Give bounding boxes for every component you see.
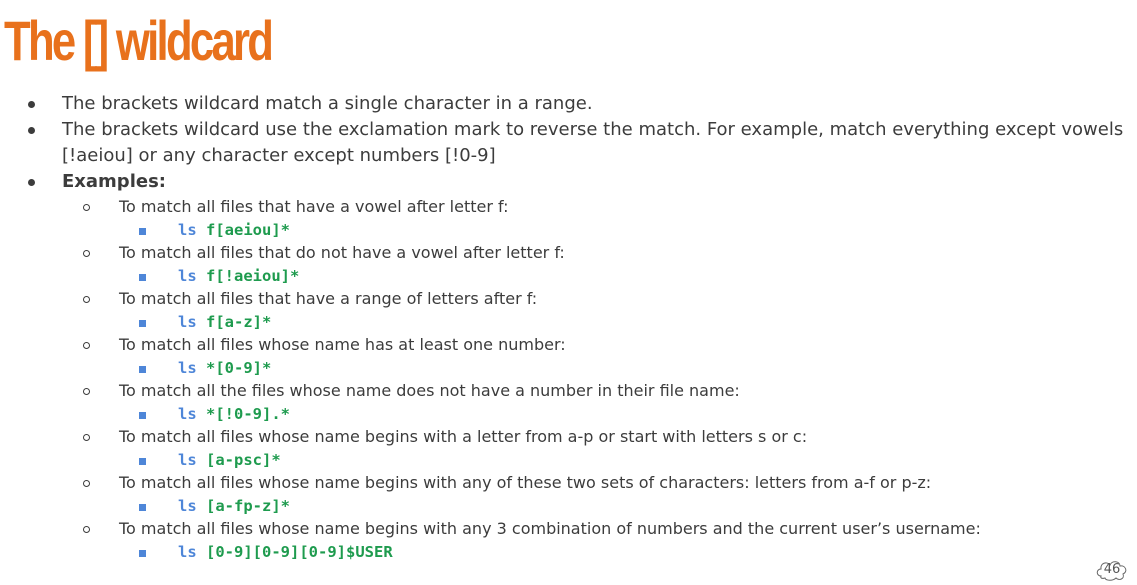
example-command: ls [0-9][0-9][0-9]$USER: [0, 541, 1137, 563]
example-item: To match all files whose name begins wit…: [0, 517, 1137, 541]
command-argument: f[!aeiou]*: [206, 267, 300, 285]
bullet-dot-icon: [28, 179, 35, 186]
square-bullet-icon: [139, 274, 146, 281]
example-item: To match all files whose name begins wit…: [0, 425, 1137, 449]
example-description: To match all the files whose name does n…: [119, 381, 740, 400]
command-code: ls [a-psc]*: [178, 451, 281, 469]
circle-bullet-icon: [83, 342, 90, 349]
example-item: To match all files that have a vowel aft…: [0, 195, 1137, 219]
example-item: To match all files whose name begins wit…: [0, 471, 1137, 495]
bullet-item: Examples:: [0, 169, 1137, 195]
command-name: ls: [178, 267, 197, 285]
square-bullet-icon: [139, 366, 146, 373]
example-command: ls [a-psc]*: [0, 449, 1137, 471]
square-bullet-icon: [139, 504, 146, 511]
bullet-dot-icon: [28, 101, 35, 108]
example-item: To match all files that do not have a vo…: [0, 241, 1137, 265]
example-item: To match all files whose name has at lea…: [0, 333, 1137, 357]
command-name: ls: [178, 405, 197, 423]
command-argument: [a-psc]*: [206, 451, 281, 469]
examples-list: To match all files that have a vowel aft…: [0, 195, 1137, 563]
circle-bullet-icon: [83, 480, 90, 487]
example-command: ls *[0-9]*: [0, 357, 1137, 379]
command-code: ls [0-9][0-9][0-9]$USER: [178, 543, 393, 561]
command-name: ls: [178, 359, 197, 377]
example-command: ls [a-fp-z]*: [0, 495, 1137, 517]
bullet-text: The brackets wildcard use the exclamatio…: [62, 119, 1124, 166]
command-code: ls f[!aeiou]*: [178, 267, 299, 285]
square-bullet-icon: [139, 228, 146, 235]
command-code: ls f[a-z]*: [178, 313, 271, 331]
page-number-text: 46: [1103, 562, 1121, 577]
command-argument: [0-9][0-9][0-9]$USER: [206, 543, 393, 561]
circle-bullet-icon: [83, 250, 90, 257]
command-argument: f[a-z]*: [206, 313, 272, 331]
command-argument: *[!0-9].*: [206, 405, 291, 423]
example-item: To match all files that have a range of …: [0, 287, 1137, 311]
command-code: ls *[0-9]*: [178, 359, 271, 377]
command-name: ls: [178, 451, 197, 469]
square-bullet-icon: [139, 412, 146, 419]
bullet-item: The brackets wildcard use the exclamatio…: [0, 117, 1137, 169]
square-bullet-icon: [139, 320, 146, 327]
page-number: 46: [1095, 558, 1129, 582]
bullet-list: The brackets wildcard match a single cha…: [0, 91, 1137, 563]
circle-bullet-icon: [83, 526, 90, 533]
command-name: ls: [178, 543, 197, 561]
example-item: To match all the files whose name does n…: [0, 379, 1137, 403]
example-command: ls f[a-z]*: [0, 311, 1137, 333]
example-description: To match all files that have a vowel aft…: [119, 197, 509, 216]
bullet-text: The brackets wildcard match a single cha…: [62, 93, 593, 114]
examples-label: Examples:: [62, 171, 166, 192]
command-argument: [a-fp-z]*: [206, 497, 291, 515]
example-description: To match all files whose name begins wit…: [119, 519, 981, 538]
example-description: To match all files whose name begins wit…: [119, 473, 932, 492]
command-code: ls f[aeiou]*: [178, 221, 290, 239]
command-argument: f[aeiou]*: [206, 221, 291, 239]
command-name: ls: [178, 313, 197, 331]
bullet-item: The brackets wildcard match a single cha…: [0, 91, 1137, 117]
circle-bullet-icon: [83, 388, 90, 395]
example-command: ls f[!aeiou]*: [0, 265, 1137, 287]
slide-title: The [] wildcard: [4, 9, 274, 72]
example-description: To match all files whose name has at lea…: [119, 335, 566, 354]
example-description: To match all files whose name begins wit…: [119, 427, 808, 446]
example-description: To match all files that do not have a vo…: [119, 243, 565, 262]
bullet-dot-icon: [28, 127, 35, 134]
command-code: ls *[!0-9].*: [178, 405, 290, 423]
example-command: ls *[!0-9].*: [0, 403, 1137, 425]
circle-bullet-icon: [83, 434, 90, 441]
square-bullet-icon: [139, 550, 146, 557]
command-name: ls: [178, 221, 197, 239]
command-name: ls: [178, 497, 197, 515]
command-argument: *[0-9]*: [206, 359, 272, 377]
circle-bullet-icon: [83, 296, 90, 303]
example-command: ls f[aeiou]*: [0, 219, 1137, 241]
square-bullet-icon: [139, 458, 146, 465]
circle-bullet-icon: [83, 204, 90, 211]
command-code: ls [a-fp-z]*: [178, 497, 290, 515]
example-description: To match all files that have a range of …: [119, 289, 538, 308]
